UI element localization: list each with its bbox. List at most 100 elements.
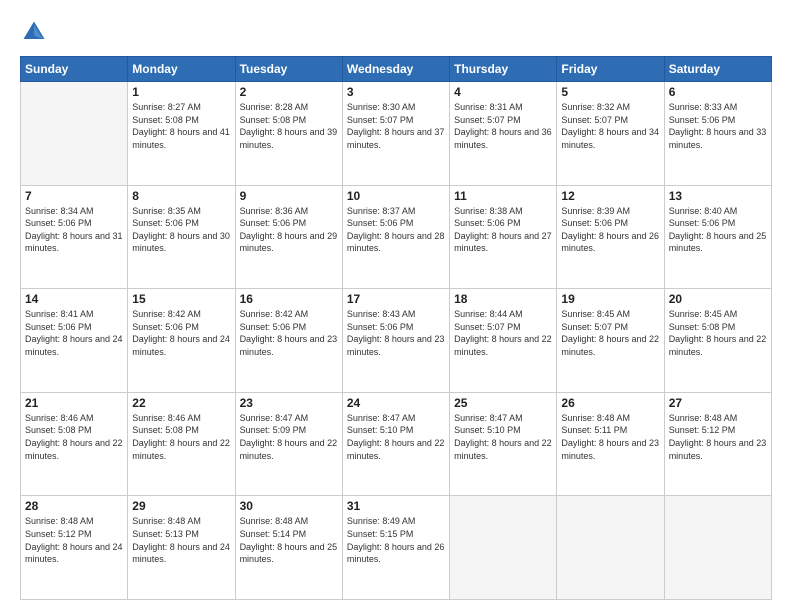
calendar-cell: 21 Sunrise: 8:46 AMSunset: 5:08 PMDayligh… — [21, 392, 128, 496]
day-info: Sunrise: 8:47 AMSunset: 5:10 PMDaylight:… — [454, 412, 552, 462]
calendar-cell: 28 Sunrise: 8:48 AMSunset: 5:12 PMDayligh… — [21, 496, 128, 600]
day-number: 17 — [347, 292, 445, 306]
day-number: 5 — [561, 85, 659, 99]
day-info: Sunrise: 8:49 AMSunset: 5:15 PMDaylight:… — [347, 515, 445, 565]
calendar-cell: 2 Sunrise: 8:28 AMSunset: 5:08 PMDaylight… — [235, 82, 342, 186]
day-info: Sunrise: 8:48 AMSunset: 5:12 PMDaylight:… — [25, 515, 123, 565]
day-info: Sunrise: 8:40 AMSunset: 5:06 PMDaylight:… — [669, 205, 767, 255]
day-info: Sunrise: 8:39 AMSunset: 5:06 PMDaylight:… — [561, 205, 659, 255]
calendar-cell — [450, 496, 557, 600]
day-info: Sunrise: 8:46 AMSunset: 5:08 PMDaylight:… — [132, 412, 230, 462]
calendar-cell: 22 Sunrise: 8:46 AMSunset: 5:08 PMDayligh… — [128, 392, 235, 496]
day-number: 7 — [25, 189, 123, 203]
logo-icon — [20, 18, 48, 46]
page: SundayMondayTuesdayWednesdayThursdayFrid… — [0, 0, 792, 612]
day-info: Sunrise: 8:45 AMSunset: 5:08 PMDaylight:… — [669, 308, 767, 358]
day-info: Sunrise: 8:38 AMSunset: 5:06 PMDaylight:… — [454, 205, 552, 255]
weekday-header-tuesday: Tuesday — [235, 57, 342, 82]
calendar-table: SundayMondayTuesdayWednesdayThursdayFrid… — [20, 56, 772, 600]
calendar-cell: 23 Sunrise: 8:47 AMSunset: 5:09 PMDayligh… — [235, 392, 342, 496]
day-number: 27 — [669, 396, 767, 410]
day-info: Sunrise: 8:35 AMSunset: 5:06 PMDaylight:… — [132, 205, 230, 255]
day-number: 3 — [347, 85, 445, 99]
day-number: 26 — [561, 396, 659, 410]
day-number: 16 — [240, 292, 338, 306]
weekday-header-saturday: Saturday — [664, 57, 771, 82]
day-number: 8 — [132, 189, 230, 203]
calendar-cell: 20 Sunrise: 8:45 AMSunset: 5:08 PMDayligh… — [664, 289, 771, 393]
day-number: 1 — [132, 85, 230, 99]
day-number: 9 — [240, 189, 338, 203]
day-number: 19 — [561, 292, 659, 306]
day-number: 21 — [25, 396, 123, 410]
day-number: 20 — [669, 292, 767, 306]
calendar-cell: 30Sunrise: 8:48 AMSunset: 5:14 PMDayligh… — [235, 496, 342, 600]
weekday-header-thursday: Thursday — [450, 57, 557, 82]
day-number: 23 — [240, 396, 338, 410]
calendar-cell: 8 Sunrise: 8:35 AMSunset: 5:06 PMDaylight… — [128, 185, 235, 289]
day-number: 24 — [347, 396, 445, 410]
day-info: Sunrise: 8:27 AMSunset: 5:08 PMDaylight:… — [132, 101, 230, 151]
day-number: 29 — [132, 499, 230, 513]
day-info: Sunrise: 8:45 AMSunset: 5:07 PMDaylight:… — [561, 308, 659, 358]
day-info: Sunrise: 8:42 AMSunset: 5:06 PMDaylight:… — [240, 308, 338, 358]
day-number: 25 — [454, 396, 552, 410]
calendar-cell: 25 Sunrise: 8:47 AMSunset: 5:10 PMDayligh… — [450, 392, 557, 496]
day-number: 22 — [132, 396, 230, 410]
day-number: 6 — [669, 85, 767, 99]
calendar-cell: 19 Sunrise: 8:45 AMSunset: 5:07 PMDayligh… — [557, 289, 664, 393]
day-number: 31 — [347, 499, 445, 513]
day-number: 14 — [25, 292, 123, 306]
calendar-cell: 13 Sunrise: 8:40 AMSunset: 5:06 PMDayligh… — [664, 185, 771, 289]
calendar-cell: 24 Sunrise: 8:47 AMSunset: 5:10 PMDayligh… — [342, 392, 449, 496]
day-number: 13 — [669, 189, 767, 203]
calendar-cell: 29 Sunrise: 8:48 AMSunset: 5:13 PMDayligh… — [128, 496, 235, 600]
day-info: Sunrise: 8:47 AMSunset: 5:09 PMDaylight:… — [240, 412, 338, 462]
logo — [20, 18, 52, 46]
day-info: Sunrise: 8:47 AMSunset: 5:10 PMDaylight:… — [347, 412, 445, 462]
day-info: Sunrise: 8:46 AMSunset: 5:08 PMDaylight:… — [25, 412, 123, 462]
day-info: Sunrise: 8:48 AMSunset: 5:13 PMDaylight:… — [132, 515, 230, 565]
week-row-2: 7 Sunrise: 8:34 AMSunset: 5:06 PMDaylight… — [21, 185, 772, 289]
header — [20, 18, 772, 46]
calendar-cell: 27 Sunrise: 8:48 AMSunset: 5:12 PMDayligh… — [664, 392, 771, 496]
day-info: Sunrise: 8:37 AMSunset: 5:06 PMDaylight:… — [347, 205, 445, 255]
day-info: Sunrise: 8:32 AMSunset: 5:07 PMDaylight:… — [561, 101, 659, 151]
week-row-4: 21 Sunrise: 8:46 AMSunset: 5:08 PMDayligh… — [21, 392, 772, 496]
day-info: Sunrise: 8:42 AMSunset: 5:06 PMDaylight:… — [132, 308, 230, 358]
day-info: Sunrise: 8:44 AMSunset: 5:07 PMDaylight:… — [454, 308, 552, 358]
calendar-cell — [21, 82, 128, 186]
day-info: Sunrise: 8:48 AMSunset: 5:11 PMDaylight:… — [561, 412, 659, 462]
day-info: Sunrise: 8:34 AMSunset: 5:06 PMDaylight:… — [25, 205, 123, 255]
calendar-cell: 31 Sunrise: 8:49 AMSunset: 5:15 PMDayligh… — [342, 496, 449, 600]
day-info: Sunrise: 8:31 AMSunset: 5:07 PMDaylight:… — [454, 101, 552, 151]
day-info: Sunrise: 8:36 AMSunset: 5:06 PMDaylight:… — [240, 205, 338, 255]
calendar-cell: 16 Sunrise: 8:42 AMSunset: 5:06 PMDayligh… — [235, 289, 342, 393]
weekday-header-sunday: Sunday — [21, 57, 128, 82]
calendar-cell: 5 Sunrise: 8:32 AMSunset: 5:07 PMDaylight… — [557, 82, 664, 186]
day-number: 12 — [561, 189, 659, 203]
weekday-header-row: SundayMondayTuesdayWednesdayThursdayFrid… — [21, 57, 772, 82]
weekday-header-wednesday: Wednesday — [342, 57, 449, 82]
day-number: 2 — [240, 85, 338, 99]
calendar-cell: 17 Sunrise: 8:43 AMSunset: 5:06 PMDayligh… — [342, 289, 449, 393]
day-number: 15 — [132, 292, 230, 306]
calendar-cell: 9 Sunrise: 8:36 AMSunset: 5:06 PMDaylight… — [235, 185, 342, 289]
calendar-cell: 10Sunrise: 8:37 AMSunset: 5:06 PMDayligh… — [342, 185, 449, 289]
day-number: 4 — [454, 85, 552, 99]
calendar-cell: 1 Sunrise: 8:27 AMSunset: 5:08 PMDaylight… — [128, 82, 235, 186]
day-number: 18 — [454, 292, 552, 306]
day-info: Sunrise: 8:28 AMSunset: 5:08 PMDaylight:… — [240, 101, 338, 151]
day-info: Sunrise: 8:48 AMSunset: 5:14 PMDaylight:… — [240, 515, 338, 565]
week-row-1: 1 Sunrise: 8:27 AMSunset: 5:08 PMDaylight… — [21, 82, 772, 186]
weekday-header-friday: Friday — [557, 57, 664, 82]
day-info: Sunrise: 8:43 AMSunset: 5:06 PMDaylight:… — [347, 308, 445, 358]
calendar-cell: 11Sunrise: 8:38 AMSunset: 5:06 PMDayligh… — [450, 185, 557, 289]
calendar-cell: 14Sunrise: 8:41 AMSunset: 5:06 PMDayligh… — [21, 289, 128, 393]
day-info: Sunrise: 8:33 AMSunset: 5:06 PMDaylight:… — [669, 101, 767, 151]
day-info: Sunrise: 8:48 AMSunset: 5:12 PMDaylight:… — [669, 412, 767, 462]
calendar-cell: 12 Sunrise: 8:39 AMSunset: 5:06 PMDayligh… — [557, 185, 664, 289]
weekday-header-monday: Monday — [128, 57, 235, 82]
day-number: 28 — [25, 499, 123, 513]
week-row-5: 28 Sunrise: 8:48 AMSunset: 5:12 PMDayligh… — [21, 496, 772, 600]
